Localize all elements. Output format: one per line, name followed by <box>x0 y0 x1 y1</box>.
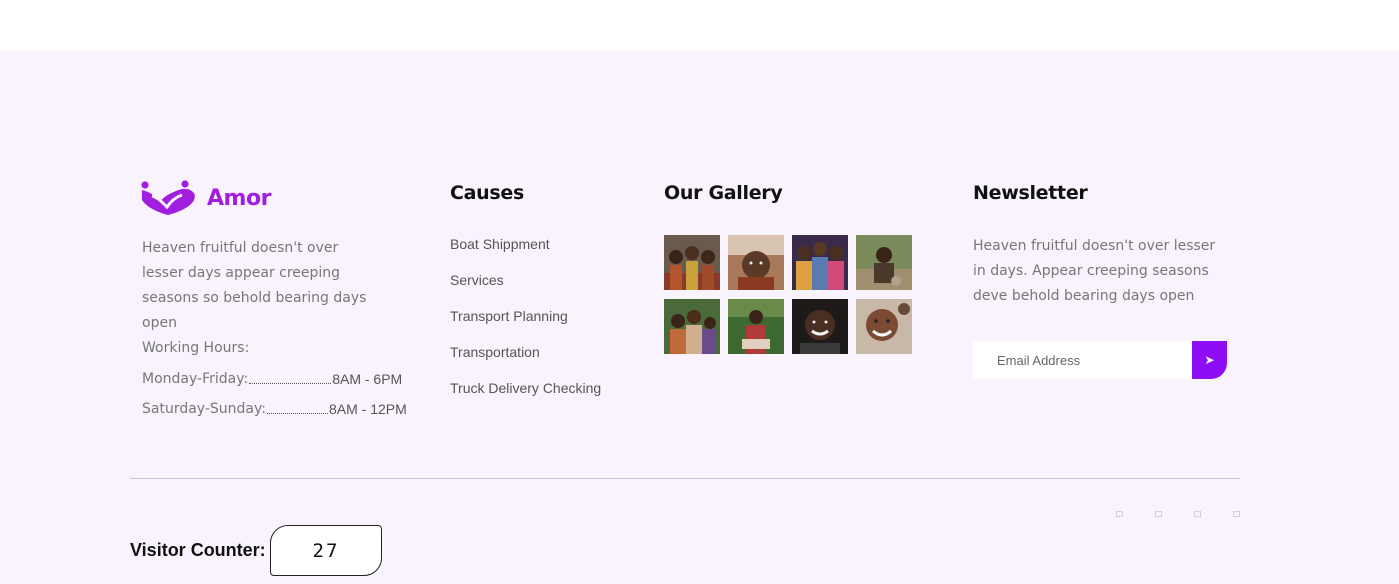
newsletter-heading: Newsletter <box>973 182 1088 204</box>
hours-row-weekend: Saturday-Sunday: 8AM - 12PM <box>142 401 407 417</box>
newsletter-text: Heaven fruitful doesn't over lesser in d… <box>973 238 1216 304</box>
causes-link-services[interactable]: Services <box>450 272 601 308</box>
gallery-photo[interactable] <box>856 235 912 290</box>
footer-divider <box>130 478 1240 479</box>
causes-heading: Causes <box>450 182 524 204</box>
instagram-icon[interactable]: □ <box>1190 507 1205 522</box>
heart-people-logo-icon <box>141 180 195 215</box>
newsletter-form: ➤ <box>973 341 1227 379</box>
gallery-photo[interactable] <box>728 299 784 354</box>
gallery-heading: Our Gallery <box>664 182 783 204</box>
visitor-counter-label: Visitor Counter: <box>130 540 266 560</box>
brand-name: Amor <box>207 185 271 211</box>
paper-plane-icon: ➤ <box>1204 353 1215 367</box>
subscribe-button[interactable]: ➤ <box>1192 341 1227 379</box>
about-text: Heaven fruitful doesn't over lesser days… <box>142 240 367 331</box>
gallery-photo[interactable] <box>664 235 720 290</box>
hours-day: Saturday-Sunday: <box>142 401 266 417</box>
hours-day: Monday-Friday: <box>142 371 249 387</box>
email-input[interactable] <box>973 341 1192 379</box>
causes-link-boat-shippment[interactable]: Boat Shippment <box>450 236 601 272</box>
hours-time: 8AM - 6PM <box>332 371 403 387</box>
dotted-leader <box>266 413 328 414</box>
dotted-leader <box>249 383 332 384</box>
hours-row-weekdays: Monday-Friday: 8AM - 6PM <box>142 371 402 387</box>
social-links: □ □ □ □ <box>1112 507 1244 522</box>
working-hours-title: Working Hours: <box>142 340 250 356</box>
causes-link-truck-delivery-checking[interactable]: Truck Delivery Checking <box>450 380 601 416</box>
twitter-icon[interactable]: □ <box>1151 507 1166 522</box>
page-top-area <box>0 0 1399 51</box>
gallery-photo[interactable] <box>792 235 848 290</box>
hours-time: 8AM - 12PM <box>328 401 407 417</box>
causes-link-transport-planning[interactable]: Transport Planning <box>450 308 601 344</box>
gallery-photo[interactable] <box>728 235 784 290</box>
causes-link-transportation[interactable]: Transportation <box>450 344 601 380</box>
facebook-icon[interactable]: □ <box>1112 507 1127 522</box>
brand-logo[interactable]: Amor <box>140 180 271 216</box>
gallery-photo[interactable] <box>792 299 848 354</box>
linkedin-icon[interactable]: □ <box>1229 507 1244 522</box>
gallery-grid <box>664 235 912 354</box>
causes-list: Boat Shippment Services Transport Planni… <box>450 236 601 416</box>
gallery-photo[interactable] <box>664 299 720 354</box>
gallery-photo[interactable] <box>856 299 912 354</box>
visitor-counter-value: 27 <box>270 525 382 576</box>
